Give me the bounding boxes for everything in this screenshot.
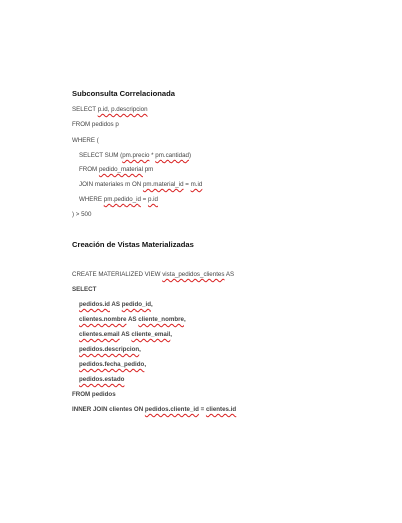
- misspelled-word: p.id: [147, 196, 158, 203]
- misspelled-word: m.id: [190, 181, 203, 188]
- misspelled-word: pm.pedido_id: [103, 196, 141, 203]
- misspelled-word: cliente_nombre: [138, 316, 184, 323]
- section-heading-materialized-views: Creación de Vistas Materializadas: [72, 240, 194, 249]
- misspelled-word: pedido_id: [121, 301, 151, 308]
- code-line: FROM pedidos: [72, 391, 116, 398]
- code-line: WHERE (: [72, 137, 99, 144]
- code-line: FROM pedidos p: [72, 121, 119, 128]
- code-line: clientes.email AS cliente_email,: [79, 331, 173, 338]
- code-line: WHERE pm.pedido_id = p.id: [79, 196, 158, 203]
- code-line: clientes.nombre AS cliente_nombre,: [79, 316, 186, 323]
- document-page: Subconsulta Correlacionada SELECT p.id, …: [0, 0, 402, 523]
- misspelled-word: vista_pedidos_clientes: [162, 271, 225, 278]
- misspelled-word: p.id, p.descripcion: [97, 106, 148, 113]
- code-line: SELECT p.id, p.descripcion: [72, 106, 148, 113]
- code-line: pedidos.descripcion,: [79, 346, 141, 353]
- misspelled-word: clientes.nombre: [79, 316, 127, 323]
- misspelled-word: pm.precio: [122, 152, 150, 159]
- misspelled-word: pm.cantidad: [155, 152, 189, 159]
- misspelled-word: pedido_material: [98, 166, 143, 173]
- misspelled-word: clientes.id: [205, 406, 237, 413]
- misspelled-word: pm.material_id: [142, 181, 184, 188]
- misspelled-word: pedidos.id: [79, 301, 110, 308]
- code-line: CREATE MATERIALIZED VIEW vista_pedidos_c…: [72, 271, 235, 278]
- misspelled-word: pedidos.fecha_pedido: [79, 361, 145, 368]
- code-line: SELECT: [72, 286, 97, 293]
- misspelled-word: cliente_email: [131, 331, 171, 338]
- misspelled-word: clientes.email: [79, 331, 120, 338]
- code-line: pedidos.id AS pedido_id,: [79, 301, 153, 308]
- code-line: pedidos.fecha_pedido,: [79, 361, 147, 368]
- misspelled-word: pedidos.cliente_id: [144, 406, 199, 413]
- code-line: pedidos.estado: [79, 376, 124, 384]
- code-line: SELECT SUM (pm.precio * pm.cantidad): [79, 152, 192, 159]
- code-line: FROM pedido_material pm: [79, 166, 154, 173]
- code-line: INNER JOIN clientes ON pedidos.cliente_i…: [72, 406, 237, 413]
- section-heading-correlated-subquery: Subconsulta Correlacionada: [72, 89, 175, 98]
- code-line: ) > 500: [72, 211, 92, 218]
- misspelled-word: pedidos.descripcion: [79, 346, 140, 353]
- misspelled-word: pedidos.estado: [79, 376, 125, 383]
- code-line: JOIN materiales m ON pm.material_id = m.…: [79, 181, 203, 188]
